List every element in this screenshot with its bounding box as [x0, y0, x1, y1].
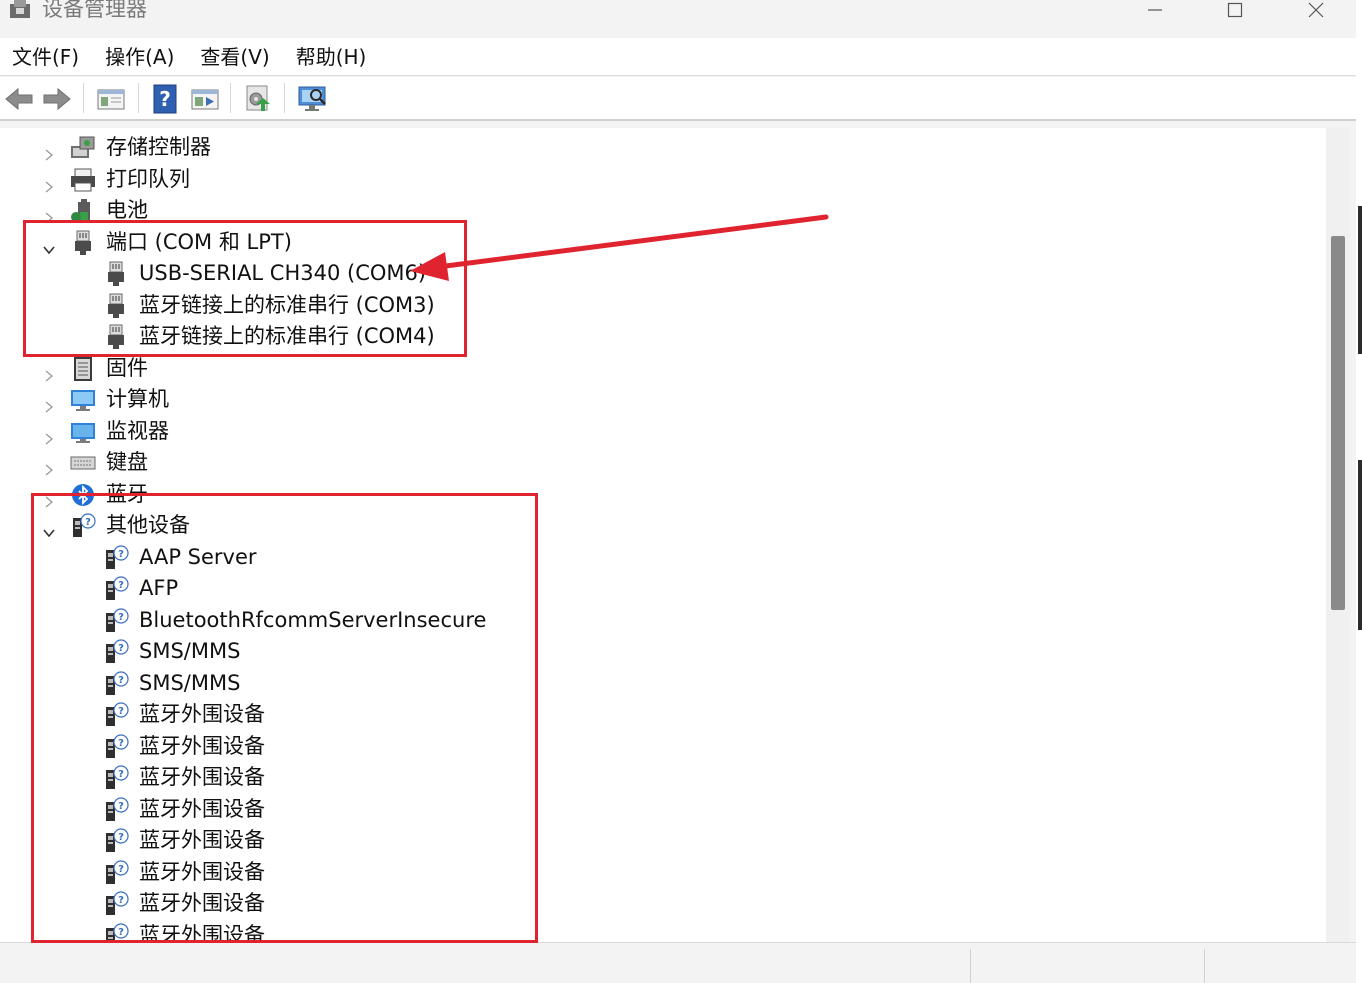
scrollbar-thumb[interactable]: [1331, 236, 1345, 610]
chevron-right-icon[interactable]: [42, 203, 56, 224]
tree-category[interactable]: 打印队列: [0, 164, 1320, 195]
keyboard-icon: [70, 450, 96, 476]
update-driver-button[interactable]: [241, 82, 275, 116]
tree-category[interactable]: 监视器: [0, 416, 1320, 447]
toolbar-separator: [83, 83, 84, 113]
tree-category[interactable]: 存储控制器: [0, 132, 1320, 163]
highlight-box-ports: [23, 220, 467, 357]
minimize-icon: [1148, 9, 1162, 11]
back-button[interactable]: [2, 82, 36, 116]
help-button[interactable]: ?: [148, 82, 182, 116]
scan-hardware-icon: [298, 86, 326, 111]
tree-category[interactable]: 计算机: [0, 384, 1320, 415]
menu-action[interactable]: 操作(A): [92, 38, 187, 76]
device-manager-icon: [10, 0, 30, 18]
tree-category-label: 固件: [106, 356, 148, 380]
chevron-right-icon[interactable]: [42, 361, 56, 382]
vertical-scrollbar[interactable]: [1326, 128, 1350, 942]
tree-category-label: 打印队列: [106, 167, 190, 191]
status-divider: [970, 949, 971, 983]
device-manager-window: 设备管理器 文件(F) 操作(A) 查看(V) 帮助(H) ? 存储控制器 打印…: [0, 0, 1362, 983]
menu-bar: 文件(F) 操作(A) 查看(V) 帮助(H): [0, 38, 1362, 76]
chevron-right-icon[interactable]: [42, 172, 56, 193]
close-button[interactable]: [1293, 0, 1339, 26]
toolbar-separator: [284, 83, 285, 113]
computer-icon: [70, 387, 96, 413]
chevron-right-icon[interactable]: [42, 392, 56, 413]
forward-arrow-icon: [43, 87, 71, 111]
title-bar[interactable]: 设备管理器: [0, 0, 1362, 38]
menu-file[interactable]: 文件(F): [0, 38, 92, 76]
properties-view-button[interactable]: [94, 82, 128, 116]
tree-category-label: 计算机: [106, 387, 169, 411]
action-view-button[interactable]: [188, 82, 222, 116]
tree-category-label: 监视器: [106, 419, 169, 443]
close-icon: [1308, 2, 1324, 18]
window-title: 设备管理器: [42, 0, 147, 21]
help-icon: ?: [153, 84, 177, 114]
maximize-icon: [1227, 2, 1243, 18]
tree-category[interactable]: 固件: [0, 353, 1320, 384]
toolbar-separator: [230, 83, 231, 113]
menu-view[interactable]: 查看(V): [187, 38, 282, 76]
tree-category-label: 存储控制器: [106, 135, 211, 159]
storage-controller-icon: [70, 135, 96, 161]
tree-category[interactable]: 键盘: [0, 447, 1320, 478]
tree-category-label: 键盘: [106, 450, 148, 474]
maximize-button[interactable]: [1212, 0, 1258, 26]
chevron-right-icon[interactable]: [42, 455, 56, 476]
forward-button[interactable]: [40, 82, 74, 116]
background-window-edge: [1356, 0, 1362, 983]
scan-hardware-button[interactable]: [296, 82, 330, 116]
back-arrow-icon: [5, 87, 33, 111]
highlight-box-other-devices: [31, 493, 538, 943]
toolbar-separator: [138, 83, 139, 113]
chevron-right-icon[interactable]: [42, 424, 56, 445]
toolbar: ?: [0, 77, 1362, 121]
status-bar: [0, 942, 1356, 983]
status-divider: [1204, 949, 1205, 983]
update-driver-icon: [246, 85, 270, 111]
svg-text:?: ?: [159, 87, 171, 111]
printer-icon: [70, 167, 96, 193]
menu-help[interactable]: 帮助(H): [283, 38, 380, 76]
chevron-right-icon[interactable]: [42, 140, 56, 161]
monitor-icon: [70, 419, 96, 445]
action-view-icon: [191, 89, 219, 110]
firmware-icon: [70, 356, 96, 382]
properties-view-icon: [97, 89, 125, 110]
minimize-button[interactable]: [1132, 0, 1178, 26]
